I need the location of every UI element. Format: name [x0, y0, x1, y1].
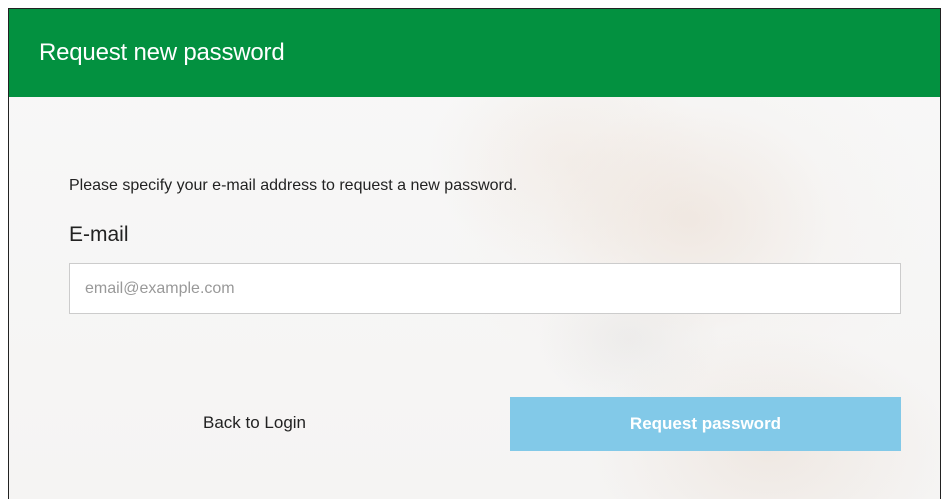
back-to-login-link[interactable]: Back to Login [203, 413, 306, 433]
request-password-button[interactable]: Request password [510, 397, 901, 451]
instructions-text: Please specify your e-mail address to re… [69, 177, 518, 194]
email-label: E-mail [69, 223, 129, 246]
password-reset-panel: Request new password Please specify your… [8, 8, 941, 499]
page-title: Request new password [39, 39, 285, 66]
email-field[interactable] [69, 263, 901, 314]
form-body: Please specify your e-mail address to re… [9, 97, 940, 499]
panel-header: Request new password [9, 9, 940, 97]
